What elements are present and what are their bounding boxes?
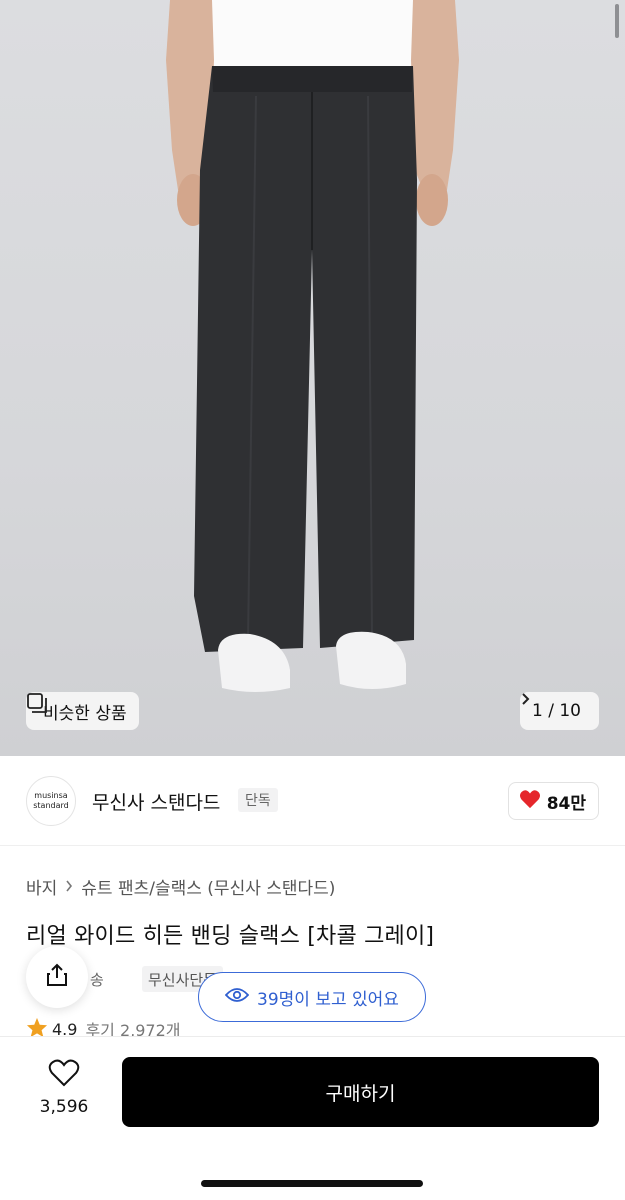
brand-exclusive-badge: 단독 bbox=[238, 788, 278, 812]
heart-outline-icon bbox=[48, 1059, 80, 1091]
product-title: 리얼 와이드 히든 밴딩 슬랙스 [차콜 그레이] bbox=[26, 924, 435, 949]
eye-icon bbox=[224, 987, 250, 1008]
shipping-label: 송 bbox=[90, 971, 104, 989]
heart-filled-icon bbox=[519, 789, 541, 814]
wishlist-button[interactable]: 3,596 bbox=[26, 1059, 102, 1117]
viewers-text: 39명이 보고 있어요 bbox=[257, 989, 399, 1010]
brand-logo-line2: standard bbox=[33, 801, 69, 810]
breadcrumb-item-pants[interactable]: 바지 bbox=[26, 874, 57, 899]
share-button[interactable] bbox=[26, 946, 88, 1008]
home-indicator bbox=[201, 1180, 423, 1187]
breadcrumb-item-slacks[interactable]: 슈트 팬츠/슬랙스 (무신사 스탠다드) bbox=[81, 874, 335, 899]
share-icon bbox=[44, 962, 70, 992]
buy-button[interactable]: 구매하기 bbox=[122, 1057, 599, 1127]
scroll-indicator bbox=[615, 4, 619, 38]
brand-like-button[interactable]: 84만 bbox=[507, 782, 599, 820]
brand-logo[interactable]: musinsa standard bbox=[26, 776, 76, 826]
product-image-gallery[interactable]: 비슷한 상품 1 / 10 bbox=[0, 0, 625, 756]
wishlist-count: 3,596 bbox=[39, 1097, 89, 1117]
brand-name[interactable]: 무신사 스탠다드 bbox=[92, 788, 220, 815]
similar-items-button[interactable]: 비슷한 상품 bbox=[26, 692, 139, 730]
product-photo bbox=[166, 0, 459, 692]
image-counter-button[interactable]: 1 / 10 bbox=[520, 692, 599, 730]
bottom-action-bar: 3,596 구매하기 bbox=[0, 1036, 625, 1200]
brand-like-count: 84만 bbox=[546, 793, 586, 814]
chevron-right-icon bbox=[65, 877, 73, 897]
image-counter: 1 / 10 bbox=[532, 701, 581, 721]
viewers-badge: 39명이 보고 있어요 bbox=[198, 972, 426, 1022]
brand-row: musinsa standard 무신사 스탠다드 단독 84만 bbox=[0, 756, 625, 846]
similar-items-label: 비슷한 상품 bbox=[43, 703, 127, 724]
breadcrumb: 바지 슈트 팬츠/슬랙스 (무신사 스탠다드) bbox=[26, 874, 335, 899]
brand-logo-line1: musinsa bbox=[34, 791, 68, 800]
